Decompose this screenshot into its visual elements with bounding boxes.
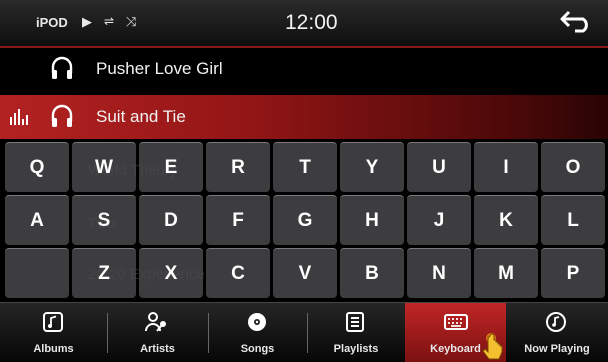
key-k[interactable]: K	[474, 195, 538, 245]
nav-playlists[interactable]: Playlists	[307, 303, 405, 362]
nav-label: Songs	[240, 343, 275, 355]
pointer-hand-icon	[482, 333, 503, 360]
key-a[interactable]: A	[5, 195, 69, 245]
key-n[interactable]: N	[407, 248, 471, 298]
key-e[interactable]: E	[139, 142, 203, 192]
artist-icon	[144, 312, 166, 332]
source-label: iPOD	[36, 15, 68, 30]
key-o[interactable]: O	[541, 142, 605, 192]
key-g[interactable]: G	[273, 195, 337, 245]
key-t[interactable]: T	[273, 142, 337, 192]
music-note-icon	[546, 312, 566, 332]
key-y[interactable]: Y	[340, 142, 404, 192]
headphones-icon	[51, 56, 73, 79]
nav-separator	[107, 313, 108, 353]
nav-separator	[307, 313, 308, 353]
repeat-icon: ⇌	[104, 14, 115, 28]
key-blank[interactable]	[5, 248, 69, 298]
key-c[interactable]: C	[206, 248, 270, 298]
nav-label: Artists	[140, 343, 175, 355]
clock: 12:00	[285, 11, 338, 34]
back-button[interactable]	[556, 6, 596, 42]
nav-now-playing[interactable]: Now Playing	[506, 303, 608, 362]
key-z[interactable]: Z	[72, 248, 136, 298]
key-d[interactable]: D	[139, 195, 203, 245]
nav-label: Albums	[33, 343, 74, 355]
nav-label: Playlists	[333, 343, 379, 355]
key-r[interactable]: R	[206, 142, 270, 192]
track-row[interactable]: Suit and Tie	[0, 95, 608, 139]
track-title: Suit and Tie	[96, 107, 186, 126]
nav-albums[interactable]: Albums	[0, 303, 107, 362]
nav-songs[interactable]: Songs	[208, 303, 307, 362]
key-j[interactable]: J	[407, 195, 471, 245]
key-q[interactable]: Q	[5, 142, 69, 192]
nav-separator	[208, 313, 209, 353]
disc-icon	[247, 313, 266, 331]
keyboard-icon	[443, 314, 468, 330]
key-h[interactable]: H	[340, 195, 404, 245]
equalizer-icon	[10, 109, 34, 125]
on-screen-keyboard: QWERTYUIO ASDFGHJKL ZXCVBNMP	[0, 139, 608, 301]
key-p[interactable]: P	[541, 248, 605, 298]
playlist-icon	[346, 312, 364, 332]
key-s[interactable]: S	[72, 195, 136, 245]
bottom-nav: Albums Artists Songs Playlists Keyboard Now P…	[0, 302, 608, 362]
headphones-icon	[51, 104, 73, 127]
track-title: Pusher Love Girl	[96, 59, 223, 78]
album-icon	[42, 312, 63, 332]
key-b[interactable]: B	[340, 248, 404, 298]
track-row[interactable]: Pusher Love Girl	[0, 47, 608, 91]
key-f[interactable]: F	[206, 195, 270, 245]
nav-artists[interactable]: Artists	[107, 303, 208, 362]
key-w[interactable]: W	[72, 142, 136, 192]
status-bar: iPOD ▶ ⇌ ⤨ 12:00	[0, 0, 608, 48]
key-u[interactable]: U	[407, 142, 471, 192]
key-v[interactable]: V	[273, 248, 337, 298]
key-x[interactable]: X	[139, 248, 203, 298]
play-icon: ▶	[82, 14, 92, 29]
shuffle-icon: ⤨	[126, 14, 137, 29]
key-l[interactable]: L	[541, 195, 605, 245]
back-arrow-icon	[560, 10, 588, 33]
key-i[interactable]: I	[474, 142, 538, 192]
nav-label: Now Playing	[524, 343, 590, 355]
key-m[interactable]: M	[474, 248, 538, 298]
